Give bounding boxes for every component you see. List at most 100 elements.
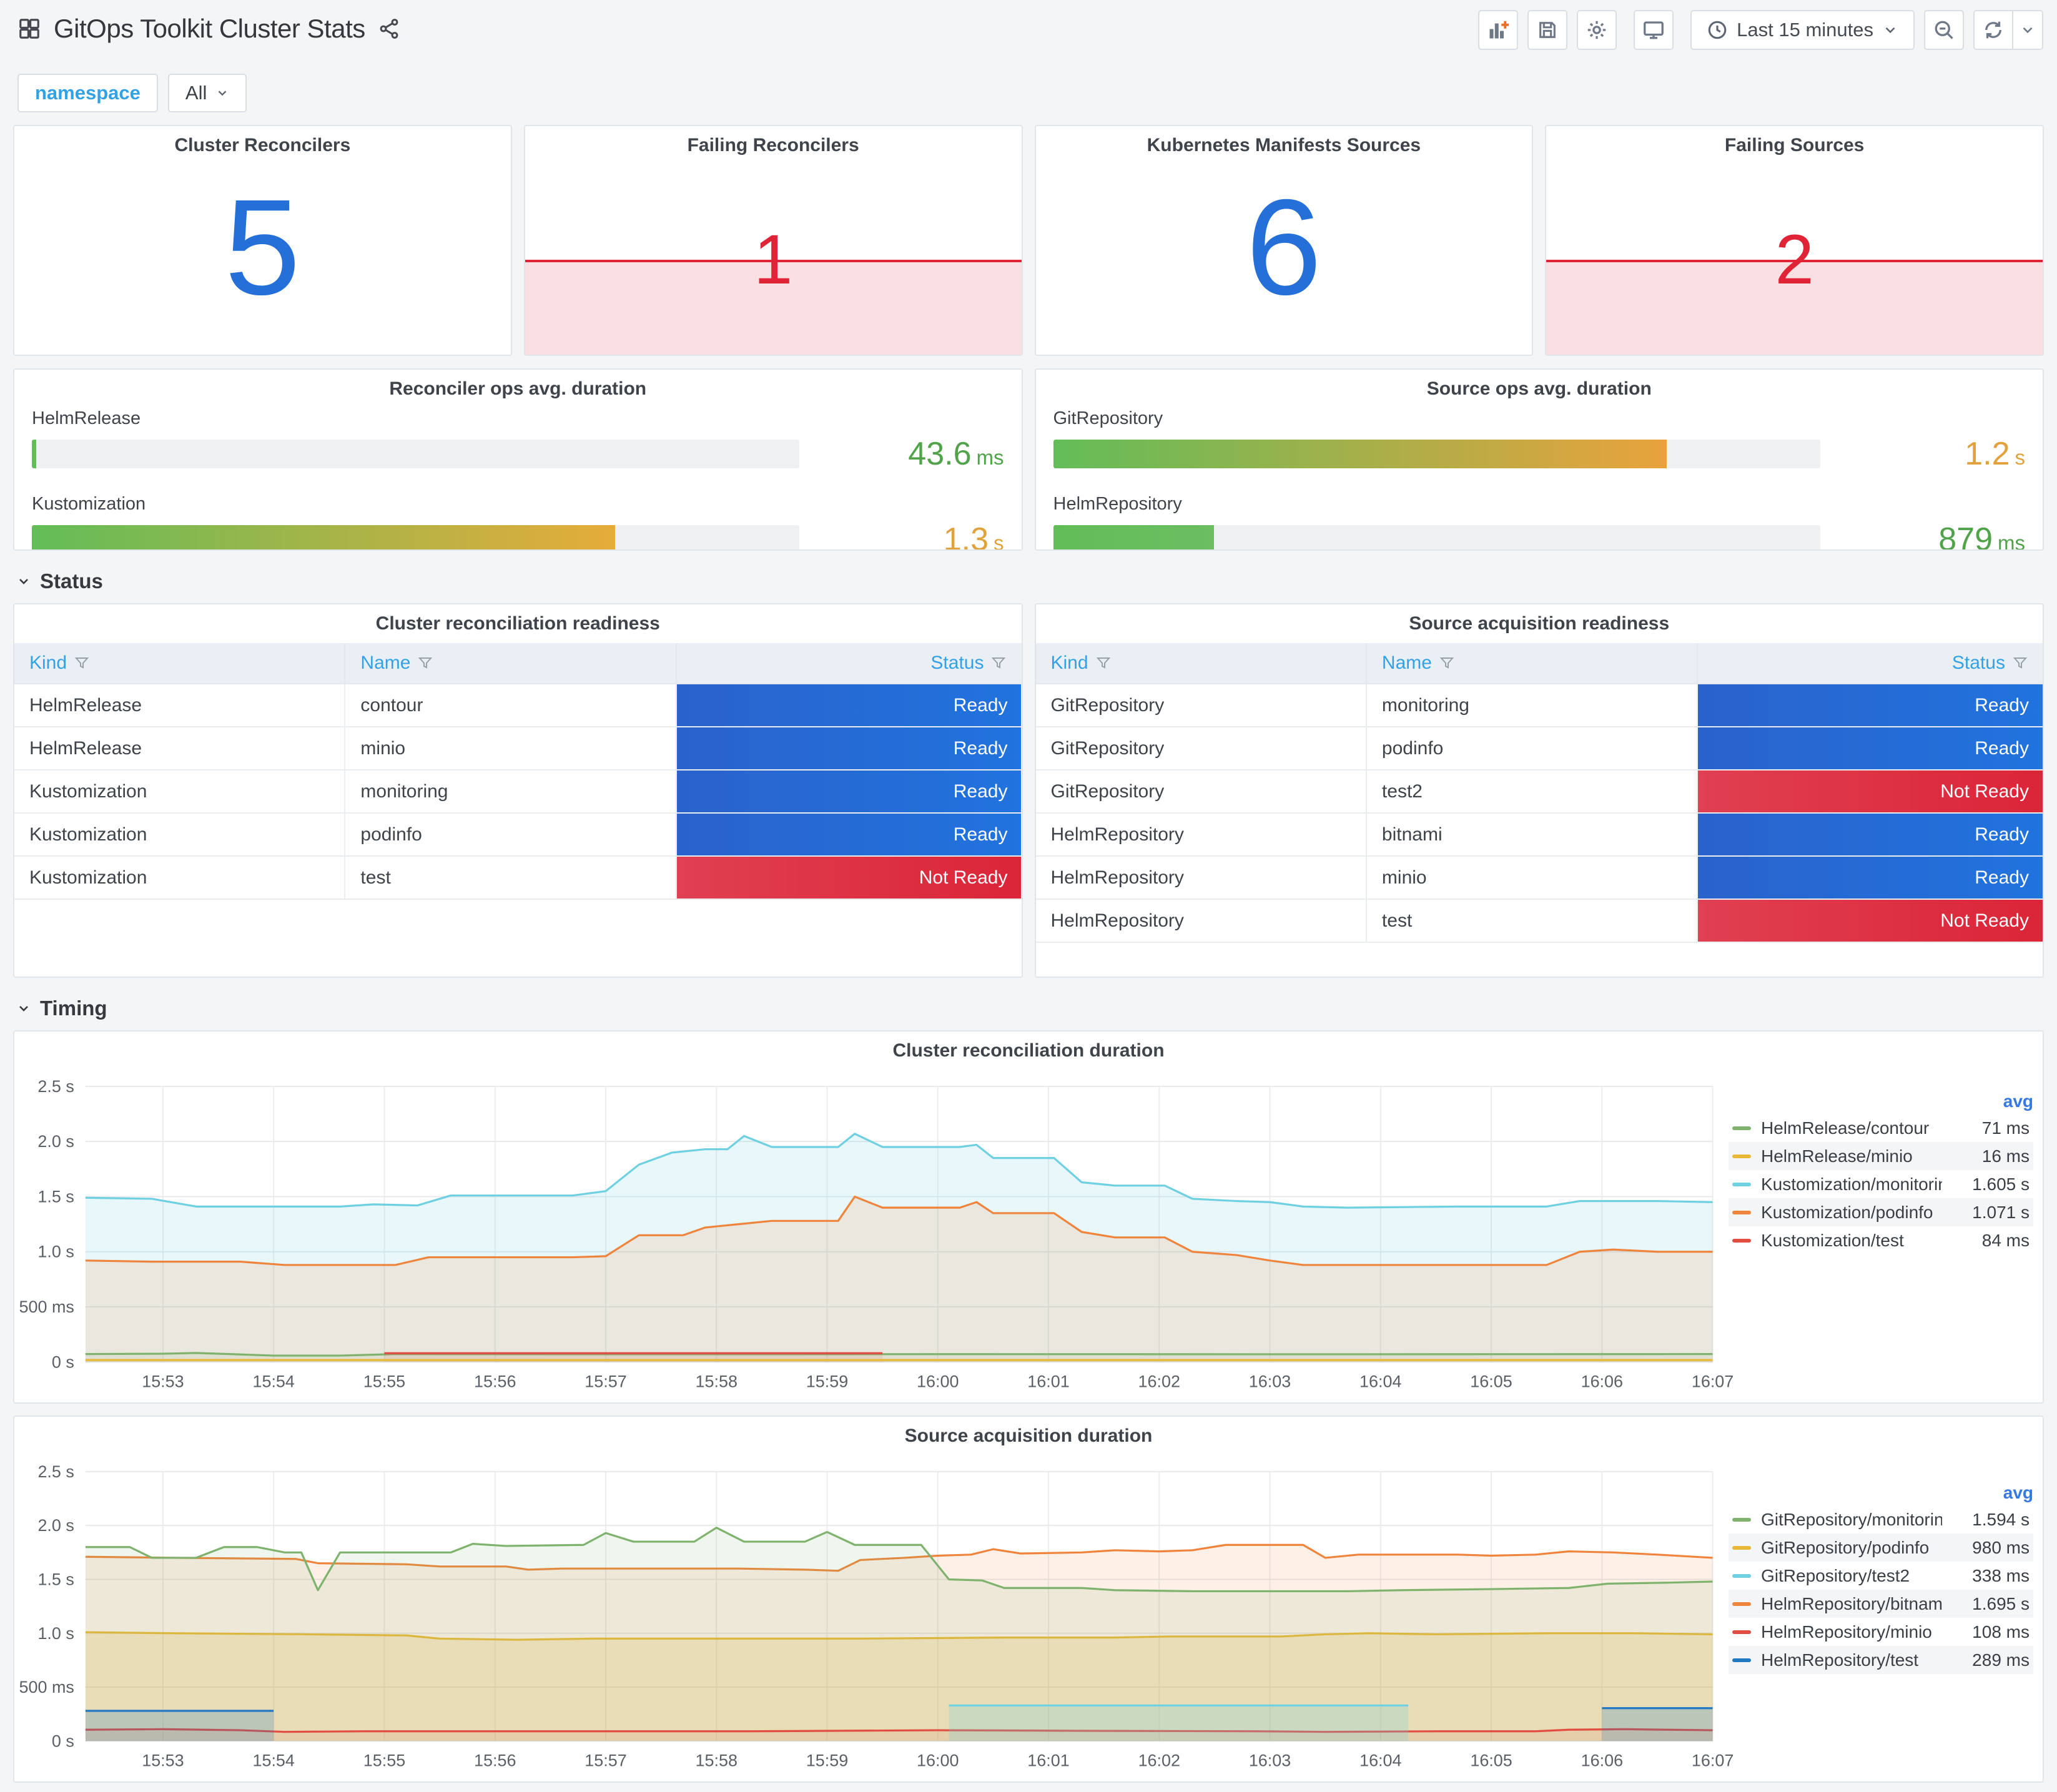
stat-panel-title[interactable]: Kubernetes Manifests Sources — [1036, 135, 1532, 156]
legend-series-avg: 338 ms — [1972, 1565, 2030, 1585]
table: Kind Name Status GitRepository monitoring Rea… — [1035, 643, 2043, 977]
status-badge: Ready — [676, 814, 1022, 855]
filter-icon[interactable] — [418, 656, 433, 671]
svg-text:16:00: 16:00 — [917, 1372, 959, 1391]
column-header-status[interactable]: Status — [1698, 643, 2043, 683]
stat-panel-title[interactable]: Cluster Reconcilers — [14, 135, 511, 156]
variables-row: namespace All — [0, 67, 2057, 112]
legend-series-name[interactable]: Kustomization/podinfo — [1761, 1203, 1942, 1223]
column-header-kind[interactable]: Kind — [14, 643, 346, 683]
legend-item[interactable]: HelmRepository/bitnami 1.695 s — [1729, 1590, 2033, 1618]
refresh-interval-dropdown[interactable] — [2013, 10, 2043, 50]
legend-series-name[interactable]: GitRepository/monitoring — [1761, 1510, 1942, 1530]
svg-text:15:53: 15:53 — [142, 1751, 184, 1770]
svg-text:15:59: 15:59 — [806, 1372, 848, 1391]
column-header-kind[interactable]: Kind — [1036, 643, 1367, 683]
svg-text:16:06: 16:06 — [1581, 1751, 1623, 1770]
chevron-down-icon — [16, 574, 31, 589]
gauge-fill — [32, 525, 615, 549]
cell-kind: Kustomization — [14, 814, 346, 855]
column-header-status[interactable]: Status — [677, 643, 1022, 683]
legend-item[interactable]: Kustomization/test 84 ms — [1729, 1226, 2033, 1254]
legend-series-name[interactable]: HelmRelease/minio — [1761, 1146, 1942, 1166]
legend-item[interactable]: GitRepository/monitoring 1.594 s — [1729, 1505, 2033, 1534]
refresh-button[interactable] — [1973, 10, 2013, 50]
legend-series-avg: 108 ms — [1972, 1622, 2030, 1642]
legend-item[interactable]: Kustomization/monitoring 1.605 s — [1729, 1170, 2033, 1198]
filter-icon[interactable] — [74, 656, 89, 671]
legend-item[interactable]: HelmRepository/minio 108 ms — [1729, 1618, 2033, 1646]
cycle-view-mode-button[interactable] — [1634, 10, 1674, 50]
share-icon[interactable] — [378, 17, 400, 40]
dashboard-settings-button[interactable] — [1577, 10, 1617, 50]
gauge-panel-title[interactable]: Reconciler ops avg. duration — [14, 378, 1022, 400]
legend-series-color — [1732, 1154, 1751, 1158]
table-title[interactable]: Source acquisition readiness — [1036, 613, 2043, 634]
legend-series-avg: 289 ms — [1972, 1650, 2030, 1670]
svg-text:2.5 s: 2.5 s — [37, 1077, 74, 1096]
status-badge: Not Ready — [676, 857, 1022, 898]
column-header-name[interactable]: Name — [1367, 643, 1699, 683]
filter-icon[interactable] — [991, 656, 1006, 671]
grafana-dashboard: GitOps Toolkit Cluster Stats Last 15 min… — [0, 0, 2057, 1792]
legend-series-name[interactable]: Kustomization/test — [1761, 1231, 1942, 1251]
panel-cluster-reconciliation-duration: Cluster reconciliation duration 15:53 15:5… — [13, 1030, 2044, 1404]
svg-text:16:04: 16:04 — [1359, 1372, 1401, 1391]
series-area-HelmRepository/test — [85, 1711, 274, 1741]
svg-text:15:58: 15:58 — [696, 1751, 737, 1770]
refresh-button-group — [1973, 10, 2043, 50]
table: Kind Name Status HelmRelease contour Ready Hel… — [14, 643, 1022, 977]
gauge-value: 1.2 s — [1965, 436, 2025, 472]
cell-name: bitnami — [1367, 814, 1699, 855]
filter-icon[interactable] — [2013, 656, 2028, 671]
zoom-out-button[interactable] — [1924, 10, 1964, 50]
legend-series-name[interactable]: HelmRepository/minio — [1761, 1622, 1942, 1642]
legend-series-name[interactable]: HelmRelease/contour — [1761, 1118, 1942, 1138]
legend-series-avg: 84 ms — [1981, 1230, 2030, 1250]
legend-avg-header[interactable]: avg — [1729, 1089, 2033, 1114]
legend-item[interactable]: HelmRelease/minio 16 ms — [1729, 1142, 2033, 1170]
add-panel-button[interactable] — [1478, 10, 1519, 50]
cell-name: podinfo — [1367, 727, 1699, 769]
cell-name: monitoring — [345, 770, 677, 812]
svg-text:15:57: 15:57 — [585, 1372, 626, 1391]
stat-panel-title[interactable]: Failing Reconcilers — [525, 135, 1022, 156]
legend-item[interactable]: HelmRepository/test 289 ms — [1729, 1646, 2033, 1674]
chart-title[interactable]: Source acquisition duration — [14, 1425, 2043, 1447]
legend-item[interactable]: HelmRelease/contour 71 ms — [1729, 1114, 2033, 1142]
legend-avg-header[interactable]: avg — [1729, 1480, 2033, 1505]
svg-text:15:58: 15:58 — [696, 1372, 737, 1391]
table-title[interactable]: Cluster reconciliation readiness — [14, 613, 1022, 634]
variable-namespace-label[interactable]: namespace — [17, 74, 158, 112]
table-row: Kustomization podinfo Ready — [14, 814, 1022, 857]
stat-value: 6 — [1246, 172, 1322, 323]
stat-panel-3: Failing Sources 2 — [1545, 125, 2044, 356]
legend-series-name[interactable]: HelmRepository/bitnami — [1761, 1594, 1942, 1614]
legend-item[interactable]: GitRepository/test2 338 ms — [1729, 1562, 2033, 1590]
row-header-timing[interactable]: Timing — [16, 997, 2057, 1020]
stats-row: Cluster Reconcilers 5 Failing Reconcilers 1… — [13, 125, 2044, 356]
legend-series-name[interactable]: Kustomization/monitoring — [1761, 1174, 1942, 1194]
legend-series-avg: 1.695 s — [1972, 1593, 2030, 1613]
row-header-status[interactable]: Status — [16, 569, 2057, 593]
legend-series-name[interactable]: GitRepository/test2 — [1761, 1566, 1942, 1586]
variable-namespace-value-dropdown[interactable]: All — [167, 74, 247, 112]
column-header-name[interactable]: Name — [345, 643, 677, 683]
save-dashboard-button[interactable] — [1527, 10, 1568, 50]
legend-item[interactable]: Kustomization/podinfo 1.071 s — [1729, 1198, 2033, 1226]
svg-text:15:54: 15:54 — [252, 1751, 294, 1770]
svg-text:0 s: 0 s — [52, 1352, 74, 1371]
stat-panel-title[interactable]: Failing Sources — [1546, 135, 2043, 156]
filter-icon[interactable] — [1096, 656, 1111, 671]
legend-item[interactable]: GitRepository/podinfo 980 ms — [1729, 1534, 2033, 1562]
time-range-picker[interactable]: Last 15 minutes — [1690, 10, 1915, 50]
cell-name: minio — [1367, 857, 1699, 898]
status-badge: Ready — [1698, 727, 2043, 769]
gauge-panel-title[interactable]: Source ops avg. duration — [1036, 378, 2043, 400]
chart-title[interactable]: Cluster reconciliation duration — [14, 1040, 2043, 1061]
legend-series-name[interactable]: GitRepository/podinfo — [1761, 1538, 1942, 1558]
table-row: GitRepository podinfo Ready — [1035, 727, 2043, 770]
filter-icon[interactable] — [1439, 656, 1454, 671]
cell-kind: HelmRelease — [14, 727, 346, 769]
legend-series-name[interactable]: HelmRepository/test — [1761, 1650, 1942, 1670]
